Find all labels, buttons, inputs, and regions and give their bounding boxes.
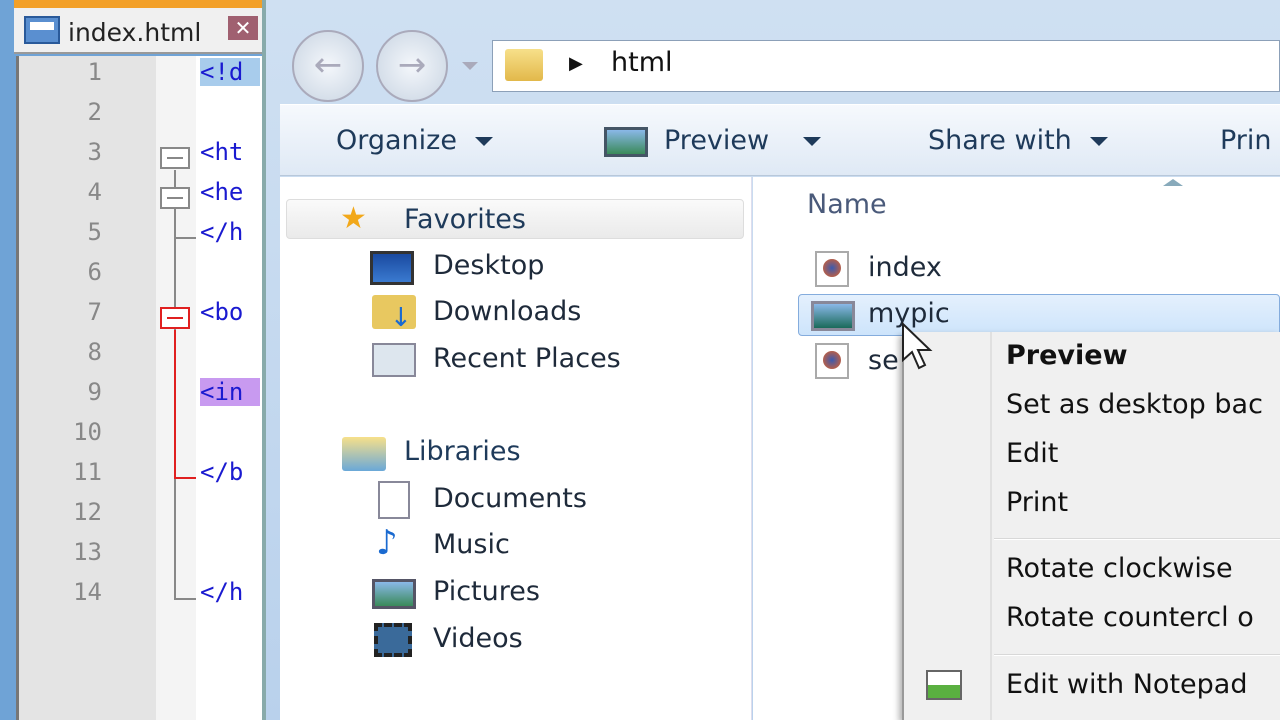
file-index[interactable]: index <box>868 252 942 283</box>
favorites-label[interactable]: Favorites <box>404 204 526 235</box>
fold-end <box>174 477 196 479</box>
code-line[interactable]: <in <box>200 378 260 406</box>
menu-item-edit-with-notepad[interactable]: Edit with Notepad <box>1006 669 1247 700</box>
recent-pages-dropdown[interactable] <box>462 62 478 70</box>
chevron-down-icon <box>474 137 493 146</box>
print-label: Prin <box>1220 125 1272 156</box>
line-number: 12 <box>73 498 102 526</box>
save-icon <box>24 16 60 44</box>
code-editor-window: index.html ✕ 1 <!d 2 3 <ht 4 <he 5 </h 6 7 <bo 8 9 <in… <box>0 0 264 720</box>
line-number: 6 <box>87 258 102 286</box>
nav-downloads[interactable]: Downloads <box>433 296 581 327</box>
menu-icon-column-divider <box>990 332 992 720</box>
file-se[interactable]: se <box>868 345 899 376</box>
code-line[interactable]: <!d <box>200 58 260 86</box>
line-number: 2 <box>87 98 102 126</box>
tab-title: index.html <box>68 18 202 47</box>
libraries-label[interactable]: Libraries <box>404 436 521 467</box>
downloads-icon: ↓ <box>372 295 416 333</box>
share-with-button[interactable]: Share with <box>928 125 1108 156</box>
star-icon: ★ <box>340 201 367 236</box>
recent-places-icon <box>372 343 416 377</box>
close-tab-button[interactable]: ✕ <box>228 16 258 40</box>
forward-button[interactable]: → <box>376 30 448 102</box>
nav-videos[interactable]: Videos <box>433 623 523 654</box>
menu-separator <box>994 654 1280 656</box>
fold-toggle-body[interactable] <box>160 307 190 329</box>
line-number: 11 <box>73 458 102 486</box>
line-number: 4 <box>87 178 102 206</box>
chevron-down-icon <box>1089 137 1108 146</box>
line-number: 10 <box>73 418 102 446</box>
share-label: Share with <box>928 125 1072 156</box>
context-menu: Preview Set as desktop bac Edit Print Ro… <box>902 332 1280 720</box>
desktop-icon <box>370 251 414 285</box>
line-number: 7 <box>87 298 102 326</box>
image-icon <box>604 126 648 157</box>
line-number: 1 <box>87 58 102 86</box>
navigation-pane: ★ Favorites Desktop ↓ Downloads Recent P… <box>280 177 752 720</box>
code-line[interactable]: <ht <box>200 138 260 166</box>
line-number: 3 <box>87 138 102 166</box>
line-number: 5 <box>87 218 102 246</box>
pictures-icon <box>372 579 416 609</box>
documents-icon <box>378 481 410 519</box>
line-number: 13 <box>73 538 102 566</box>
folder-icon <box>505 49 543 81</box>
nav-recent-places[interactable]: Recent Places <box>433 343 621 374</box>
videos-icon <box>374 623 412 657</box>
code-line[interactable]: </h <box>200 218 260 246</box>
column-header-name[interactable]: Name <box>807 189 887 220</box>
notepad-icon <box>926 670 962 700</box>
menu-item-rotate-clockwise[interactable]: Rotate clockwise <box>1006 553 1233 584</box>
back-button[interactable]: ← <box>292 30 364 102</box>
code-line[interactable]: </h <box>200 578 260 606</box>
code-line[interactable]: <he <box>200 178 260 206</box>
breadcrumb-html[interactable]: html <box>611 47 673 78</box>
nav-desktop[interactable]: Desktop <box>433 250 544 281</box>
code-line[interactable]: </b <box>200 458 260 486</box>
menu-item-rotate-counterclockwise[interactable]: Rotate countercl o <box>1006 602 1254 633</box>
print-button[interactable]: Prin <box>1220 125 1272 156</box>
tab-index-html[interactable]: index.html ✕ <box>14 8 264 54</box>
menu-item-print[interactable]: Print <box>1006 487 1068 518</box>
line-number: 14 <box>73 578 102 606</box>
firefox-html-icon <box>815 343 849 379</box>
editor-top-bar <box>14 0 264 8</box>
mouse-cursor-icon <box>902 322 933 370</box>
code-line[interactable]: <bo <box>200 298 260 326</box>
address-bar[interactable]: ▶ html <box>492 40 1280 92</box>
line-number: 8 <box>87 338 102 366</box>
menu-item-set-desktop-background[interactable]: Set as desktop bac <box>1006 389 1263 420</box>
command-bar: Organize Preview Share with Prin <box>280 104 1280 176</box>
preview-label: Preview <box>664 125 770 156</box>
menu-item-preview[interactable]: Preview <box>1006 340 1128 371</box>
menu-separator <box>994 538 1280 540</box>
libraries-icon <box>342 437 386 471</box>
fold-end <box>174 598 196 600</box>
firefox-html-icon <box>815 251 849 287</box>
image-file-icon <box>811 301 855 331</box>
music-icon: ♪ <box>376 523 398 563</box>
fold-line-red <box>174 330 176 478</box>
breadcrumb-separator[interactable]: ▶ <box>569 53 583 74</box>
organize-button[interactable]: Organize <box>336 125 493 156</box>
fold-toggle-head[interactable] <box>160 187 190 209</box>
sort-arrow-icon <box>1163 179 1183 186</box>
line-number: 9 <box>87 378 102 406</box>
fold-end <box>174 237 196 239</box>
nav-pictures[interactable]: Pictures <box>433 576 540 607</box>
menu-item-edit[interactable]: Edit <box>1006 438 1058 469</box>
preview-button[interactable]: Preview <box>604 125 822 157</box>
fold-toggle-html[interactable] <box>160 147 190 169</box>
chevron-down-icon <box>803 137 822 146</box>
nav-music[interactable]: Music <box>433 529 510 560</box>
organize-label: Organize <box>336 125 457 156</box>
nav-documents[interactable]: Documents <box>433 483 587 514</box>
